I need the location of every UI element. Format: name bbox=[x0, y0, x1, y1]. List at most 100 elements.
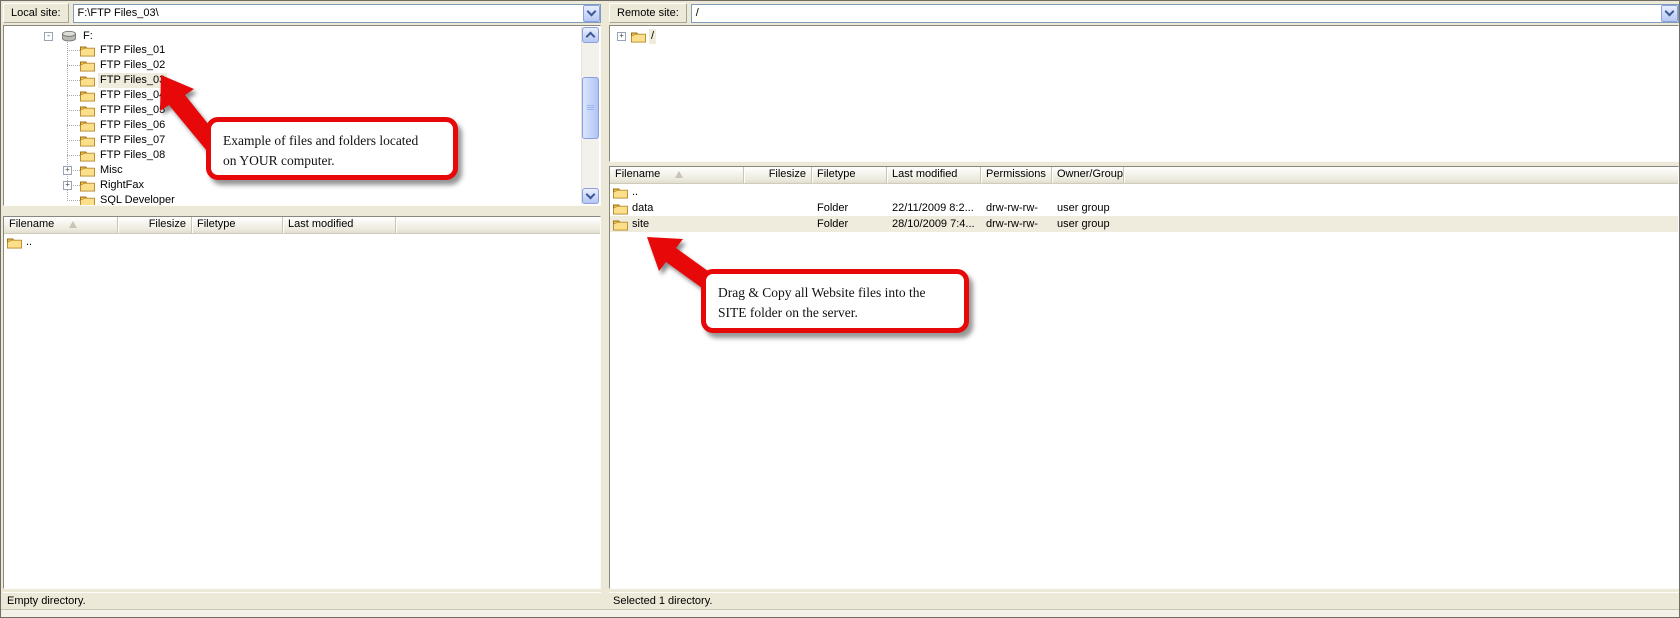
file-row-site[interactable]: site Folder28/10/2009 7:4...drw-rw-rw-use… bbox=[610, 216, 1678, 232]
chevron-up-icon[interactable] bbox=[582, 27, 599, 43]
tree-guide-stub bbox=[67, 155, 80, 156]
column-header-filetype[interactable]: Filetype bbox=[812, 167, 887, 183]
plus-box-icon[interactable]: + bbox=[63, 166, 72, 175]
tree-guide-stub bbox=[67, 125, 80, 126]
cell-filetype bbox=[192, 234, 283, 250]
tree-item-rightfax[interactable]: + RightFax bbox=[4, 178, 600, 193]
callout-site-folder: Drag & Copy all Website files into the S… bbox=[701, 269, 969, 333]
filename-cell: data bbox=[610, 200, 744, 216]
remote-path-value[interactable]: / bbox=[692, 5, 1661, 22]
scrollbar-thumb[interactable] bbox=[582, 77, 599, 139]
tree-scrollbar[interactable] bbox=[581, 27, 599, 204]
cell-filesize bbox=[744, 200, 812, 216]
local-path-value[interactable]: F:\FTP Files_03\ bbox=[74, 5, 583, 22]
folder-icon bbox=[80, 44, 95, 57]
cell-filesize bbox=[118, 234, 192, 250]
cell-last_modified: 22/11/2009 8:2... bbox=[887, 200, 981, 216]
cell-last_modified: 28/10/2009 7:4... bbox=[887, 216, 981, 232]
folder-icon bbox=[80, 119, 95, 132]
remote-status-bar: Selected 1 directory. bbox=[609, 592, 1679, 610]
tree-item-sql-developer[interactable]: SQL Developer bbox=[4, 193, 600, 206]
folder-icon bbox=[80, 74, 95, 87]
column-header-filesize[interactable]: Filesize bbox=[118, 217, 192, 233]
cell-last_modified bbox=[283, 234, 396, 250]
tree-item-ftp-files-02[interactable]: FTP Files_02 bbox=[4, 58, 600, 73]
plus-box-icon[interactable]: + bbox=[617, 32, 626, 41]
folder-icon bbox=[80, 59, 95, 72]
local-site-combo[interactable]: F:\FTP Files_03\ bbox=[73, 4, 601, 23]
tree-item-label: FTP Files_07 bbox=[98, 133, 167, 148]
folder-icon bbox=[613, 218, 628, 230]
filename-cell: .. bbox=[610, 184, 744, 200]
tree-item-ftp-files-03[interactable]: FTP Files_03 bbox=[4, 73, 600, 88]
tree-item-label: RightFax bbox=[98, 178, 146, 193]
tree-item-ftp-files-01[interactable]: FTP Files_01 bbox=[4, 43, 600, 58]
chevron-down-icon[interactable] bbox=[583, 5, 600, 22]
tree-item-root[interactable]: + / bbox=[610, 29, 1678, 44]
column-header-filetype[interactable]: Filetype bbox=[192, 217, 283, 233]
column-header-last-modified[interactable]: Last modified bbox=[283, 217, 396, 233]
folder-icon bbox=[80, 194, 95, 206]
cell-permissions: drw-rw-rw- bbox=[981, 200, 1052, 216]
file-row-up[interactable]: .. bbox=[610, 184, 1678, 200]
column-header-filename[interactable]: Filename bbox=[4, 217, 118, 233]
folder-icon bbox=[80, 89, 95, 102]
local-status-bar: Empty directory. bbox=[3, 592, 601, 610]
folder-icon bbox=[7, 236, 22, 248]
column-header-filler bbox=[396, 217, 600, 233]
cell-permissions: drw-rw-rw- bbox=[981, 216, 1052, 232]
remote-site-combo[interactable]: / bbox=[691, 4, 1679, 23]
tree-item-label: FTP Files_03 bbox=[98, 73, 167, 88]
tree-item-label: FTP Files_04 bbox=[98, 88, 167, 103]
file-row-data[interactable]: data Folder22/11/2009 8:2...drw-rw-rw-use… bbox=[610, 200, 1678, 216]
tree-guide-stub bbox=[67, 140, 80, 141]
tree-item-label: FTP Files_08 bbox=[98, 148, 167, 163]
column-header-filename[interactable]: Filename bbox=[610, 167, 744, 183]
cell-owner_group: user group bbox=[1052, 216, 1124, 232]
tree-guide-stub bbox=[67, 65, 80, 66]
column-header-filler bbox=[1124, 167, 1678, 183]
folder-icon bbox=[613, 202, 628, 214]
folder-icon bbox=[80, 134, 95, 147]
local-file-list: FilenameFilesizeFiletypeLast modified .. bbox=[3, 216, 601, 589]
tree-guide-stub bbox=[67, 110, 80, 111]
cell-filetype bbox=[812, 184, 887, 200]
tree-item-label: FTP Files_05 bbox=[98, 103, 167, 118]
remote-list-header: FilenameFilesizeFiletypeLast modifiedPer… bbox=[610, 167, 1678, 184]
folder-icon bbox=[80, 164, 95, 177]
cell-filesize bbox=[744, 184, 812, 200]
tree-item-ftp-files-04[interactable]: FTP Files_04 bbox=[4, 88, 600, 103]
tree-item-ftp-files-05[interactable]: FTP Files_05 bbox=[4, 103, 600, 118]
chevron-down-icon[interactable] bbox=[582, 188, 599, 204]
tree-item-label: FTP Files_01 bbox=[98, 43, 167, 58]
tree-guide-stub bbox=[67, 95, 80, 96]
tree-item-label: Misc bbox=[98, 163, 125, 178]
chevron-down-icon[interactable] bbox=[1661, 5, 1678, 22]
folder-icon bbox=[80, 104, 95, 117]
column-header-owner-group[interactable]: Owner/Group bbox=[1052, 167, 1124, 183]
cell-filesize bbox=[744, 216, 812, 232]
file-row-up[interactable]: .. bbox=[4, 234, 600, 250]
cell-filetype: Folder bbox=[812, 200, 887, 216]
sort-ascending-icon bbox=[675, 171, 683, 178]
folder-icon bbox=[80, 149, 95, 162]
filename-cell: site bbox=[610, 216, 744, 232]
tree-item-label: SQL Developer bbox=[98, 193, 177, 206]
remote-list-body: ..data Folder22/11/2009 8:2...drw-rw-rw-u… bbox=[610, 184, 1678, 588]
remote-site-label: Remote site: bbox=[609, 3, 687, 23]
remote-file-list: FilenameFilesizeFiletypeLast modifiedPer… bbox=[609, 166, 1679, 589]
folder-icon bbox=[631, 30, 646, 43]
tree-item-label: FTP Files_02 bbox=[98, 58, 167, 73]
cell-filetype: Folder bbox=[812, 216, 887, 232]
tree-guide-stub bbox=[67, 80, 80, 81]
column-header-last-modified[interactable]: Last modified bbox=[887, 167, 981, 183]
folder-icon bbox=[80, 179, 95, 192]
ftp-client-window: Local site: F:\FTP Files_03\ - F: FTP Fi… bbox=[0, 0, 1680, 618]
local-site-label: Local site: bbox=[3, 3, 69, 23]
column-header-permissions[interactable]: Permissions bbox=[981, 167, 1052, 183]
column-header-filesize[interactable]: Filesize bbox=[744, 167, 812, 183]
local-list-header: FilenameFilesizeFiletypeLast modified bbox=[4, 217, 600, 234]
cell-permissions bbox=[981, 184, 1052, 200]
plus-box-icon[interactable]: + bbox=[63, 181, 72, 190]
cell-owner_group: user group bbox=[1052, 200, 1124, 216]
